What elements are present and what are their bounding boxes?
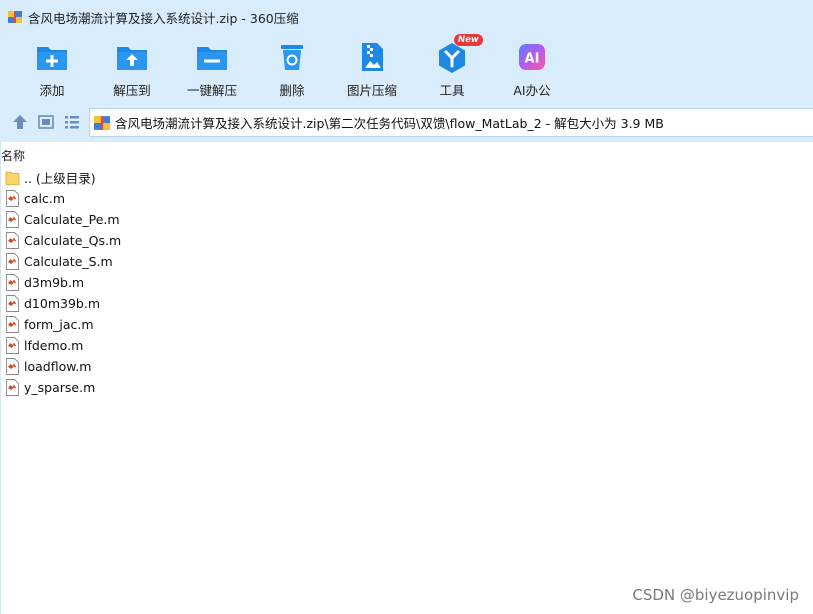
list-item[interactable]: calc.m <box>5 188 121 209</box>
list-item-label: .. (上级目录) <box>24 171 96 186</box>
matlab-file-icon <box>5 337 20 354</box>
list-item-label: d10m39b.m <box>24 296 101 311</box>
list-item-label: Calculate_Qs.m <box>24 233 122 248</box>
extract-to-label: 解压到 <box>113 83 151 98</box>
ai-office-label: AI办公 <box>513 83 551 98</box>
one-click-extract-button[interactable]: 一键解压 <box>172 40 252 98</box>
matlab-file-icon <box>5 274 20 291</box>
image-compress-label: 图片压缩 <box>346 83 397 98</box>
one-click-extract-icon <box>195 40 229 74</box>
up-arrow-icon[interactable] <box>11 113 29 131</box>
list-item-label: Calculate_S.m <box>24 254 113 269</box>
list-item-label: y_sparse.m <box>24 380 96 395</box>
add-button[interactable]: 添加 <box>12 40 92 98</box>
list-item[interactable]: loadflow.m <box>5 356 121 377</box>
archive-icon <box>94 115 110 131</box>
ai-office-button[interactable]: AI AI办公 <box>492 40 572 98</box>
view-thumbnail-icon[interactable] <box>37 113 55 131</box>
ai-icon-text: AI <box>525 52 540 67</box>
file-list-pane: 名称 .. (上级目录) calc.m Calculate_Pe.m Calcu… <box>0 142 813 614</box>
archive-icon <box>8 10 22 24</box>
add-icon <box>35 40 69 74</box>
delete-icon <box>275 40 309 74</box>
list-item[interactable]: y_sparse.m <box>5 377 121 398</box>
watermark: CSDN @biyezuopinvip <box>632 586 799 604</box>
ai-office-icon: AI <box>515 40 549 74</box>
list-item-label: calc.m <box>24 191 66 206</box>
list-item[interactable]: lfdemo.m <box>5 335 121 356</box>
image-compress-icon <box>355 40 389 74</box>
list-item-label: Calculate_Pe.m <box>24 212 120 227</box>
tools-button[interactable]: New 工具 <box>412 34 492 98</box>
matlab-file-icon <box>5 190 20 207</box>
address-path: 含风电场潮流计算及接入系统设计.zip\第二次任务代码\双馈\flow_MatL… <box>115 116 664 131</box>
new-badge: New <box>454 34 483 46</box>
list-item[interactable]: Calculate_Qs.m <box>5 230 121 251</box>
address-bar: 含风电场潮流计算及接入系统设计.zip\第二次任务代码\双馈\flow_MatL… <box>0 102 813 142</box>
list-item[interactable]: d10m39b.m <box>5 293 121 314</box>
delete-label: 删除 <box>279 83 305 98</box>
matlab-file-icon <box>5 316 20 333</box>
list-item-parent-dir[interactable]: .. (上级目录) <box>5 167 121 188</box>
add-label: 添加 <box>39 83 65 98</box>
one-click-extract-label: 一键解压 <box>186 83 237 98</box>
folder-icon <box>5 169 20 186</box>
tools-icon: New <box>435 34 483 74</box>
list-item[interactable]: d3m9b.m <box>5 272 121 293</box>
column-header-name[interactable]: 名称 <box>1 147 25 164</box>
list-item[interactable]: Calculate_S.m <box>5 251 121 272</box>
title-bar: 含风电场潮流计算及接入系统设计.zip - 360压缩 <box>0 0 813 34</box>
list-item-label: d3m9b.m <box>24 275 85 290</box>
list-item[interactable]: Calculate_Pe.m <box>5 209 121 230</box>
view-list-icon[interactable] <box>63 113 81 131</box>
matlab-file-icon <box>5 379 20 396</box>
extract-to-button[interactable]: 解压到 <box>92 40 172 98</box>
matlab-file-icon <box>5 232 20 249</box>
matlab-file-icon <box>5 253 20 270</box>
matlab-file-icon <box>5 295 20 312</box>
matlab-file-icon <box>5 358 20 375</box>
file-list: .. (上级目录) calc.m Calculate_Pe.m Calculat… <box>5 167 121 398</box>
list-item-label: loadflow.m <box>24 359 92 374</box>
window-title: 含风电场潮流计算及接入系统设计.zip - 360压缩 <box>28 10 299 26</box>
list-item-label: form_jac.m <box>24 317 94 332</box>
toolbar: 添加 解压到 一键解压 删除 图片压缩 New 工具 AI AI办公 <box>0 34 813 102</box>
list-item-label: lfdemo.m <box>24 338 84 353</box>
tools-label: 工具 <box>439 83 465 98</box>
address-field[interactable]: 含风电场潮流计算及接入系统设计.zip\第二次任务代码\双馈\flow_MatL… <box>89 108 813 137</box>
image-compress-button[interactable]: 图片压缩 <box>332 40 412 98</box>
list-item[interactable]: form_jac.m <box>5 314 121 335</box>
delete-button[interactable]: 删除 <box>252 40 332 98</box>
matlab-file-icon <box>5 211 20 228</box>
extract-to-icon <box>115 40 149 74</box>
